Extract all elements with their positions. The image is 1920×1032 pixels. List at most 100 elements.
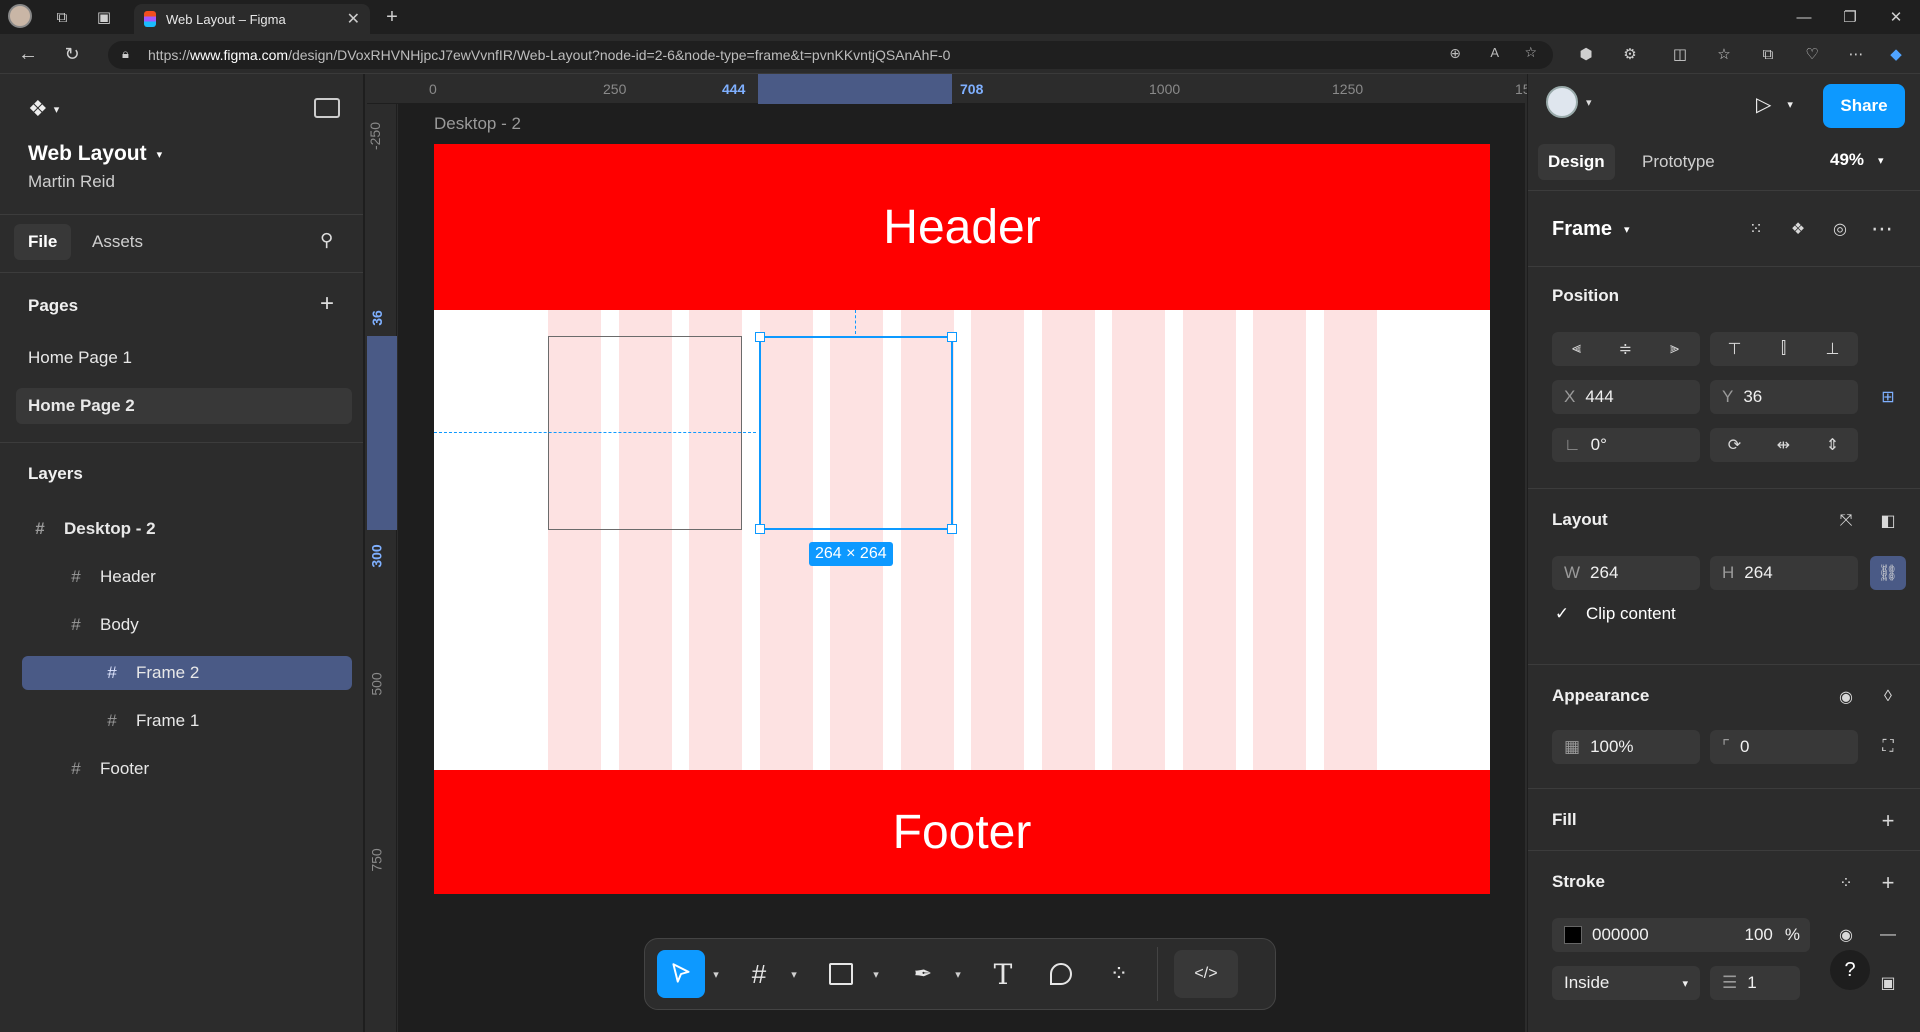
rotation-field[interactable]: ∟ 0° [1552, 428, 1700, 462]
page-item-selected[interactable]: Home Page 2 [16, 388, 352, 424]
add-fill-icon[interactable]: + [1870, 804, 1906, 838]
actions-tool-button[interactable]: ⁘ [1095, 950, 1143, 998]
chevron-down-icon[interactable]: ▾ [865, 968, 887, 981]
layer-frame-1[interactable]: # Frame 1 [22, 704, 352, 738]
chevron-down-icon[interactable]: ▾ [705, 968, 727, 981]
footer-block[interactable]: Footer [434, 770, 1490, 894]
layout-options-icon[interactable]: ◧ [1870, 504, 1906, 538]
comment-tool-button[interactable] [1037, 950, 1085, 998]
extensions-puzzle-icon[interactable]: ⚙ [1616, 40, 1644, 68]
back-icon[interactable]: ← [14, 40, 42, 68]
resize-handle[interactable] [947, 332, 957, 342]
tab-actions-icon[interactable]: ▣ [90, 3, 118, 31]
favorite-star-icon[interactable]: ☆ [1524, 44, 1537, 61]
flip-horizontal-icon[interactable]: ⇹ [1759, 428, 1808, 462]
align-right-icon[interactable]: ⫸ [1650, 332, 1699, 366]
dev-mode-toggle[interactable]: </> [1174, 950, 1238, 998]
more-menu-icon[interactable]: ⋯ [1842, 40, 1870, 68]
chevron-down-icon[interactable]: ▾ [947, 968, 969, 981]
align-center-h-icon[interactable]: ≑ [1601, 332, 1650, 366]
stroke-color-field[interactable]: 000000 100 % [1552, 918, 1810, 952]
browser-tab-active[interactable]: Web Layout – Figma ✕ [134, 4, 370, 34]
minimize-icon[interactable]: — [1790, 3, 1818, 31]
opacity-field[interactable]: ▦ 100% [1552, 730, 1700, 764]
more-options-icon[interactable]: ⋯ [1864, 212, 1900, 246]
zoom-icon[interactable]: ⊕ [1449, 45, 1461, 62]
toggle-sidebar-icon[interactable] [314, 98, 340, 118]
stroke-styles-icon[interactable]: ⁘ [1828, 866, 1864, 900]
layer-desktop-2[interactable]: # Desktop - 2 [22, 512, 352, 546]
file-name[interactable]: Web Layout ▾ [28, 142, 162, 166]
frame-title-label[interactable]: Desktop - 2 [434, 114, 521, 134]
new-tab-icon[interactable]: + [378, 3, 406, 31]
resize-handle[interactable] [947, 524, 957, 534]
align-bottom-icon[interactable]: ⊥ [1808, 332, 1857, 366]
shape-tool-button[interactable] [817, 950, 865, 998]
share-button[interactable]: Share [1823, 84, 1905, 128]
window-close-icon[interactable]: ✕ [1882, 3, 1910, 31]
pen-tool-button[interactable]: ✒ [899, 950, 947, 998]
favorites-icon[interactable]: ☆ [1710, 40, 1738, 68]
header-block[interactable]: Header [434, 144, 1490, 310]
layer-frame-2-selected[interactable]: # Frame 2 [22, 656, 352, 690]
frame-type-dropdown[interactable]: Frame ▾ [1552, 218, 1630, 241]
resize-handle[interactable] [755, 524, 765, 534]
auto-layout-icon[interactable]: ⤧ [1828, 504, 1864, 538]
flip-vertical-icon[interactable]: ⇕ [1808, 428, 1857, 462]
reload-icon[interactable]: ↻ [58, 40, 86, 68]
user-avatar[interactable]: ▾ [1546, 86, 1592, 118]
extension-shield-icon[interactable]: ⬢ [1572, 40, 1600, 68]
tab-design[interactable]: Design [1538, 144, 1615, 180]
close-tab-icon[interactable]: ✕ [347, 9, 360, 29]
corner-radius-field[interactable]: ⌜ 0 [1710, 730, 1858, 764]
stroke-swatch[interactable] [1564, 926, 1582, 944]
stroke-visibility-eye-icon[interactable]: ◉ [1828, 918, 1864, 952]
present-play-icon[interactable]: ▷ ▾ [1756, 92, 1793, 117]
restore-icon[interactable]: ❐ [1836, 3, 1864, 31]
align-left-icon[interactable]: ⫷ [1552, 332, 1601, 366]
copilot-icon[interactable]: ◆ [1882, 40, 1910, 68]
y-position-field[interactable]: Y 36 [1710, 380, 1858, 414]
zoom-dropdown[interactable]: 49% ▾ [1830, 150, 1884, 170]
vertical-ruler[interactable]: -250 36 300 500 750 [367, 104, 397, 1032]
chevron-down-icon[interactable]: ▾ [783, 968, 805, 981]
frame-1[interactable] [548, 336, 742, 530]
stroke-position-select[interactable]: Inside ▾ [1552, 966, 1700, 1000]
layer-header[interactable]: # Header [22, 560, 352, 594]
layer-footer[interactable]: # Footer [22, 752, 352, 786]
page-item[interactable]: Home Page 1 [16, 340, 352, 376]
clip-content-checkbox[interactable]: ✓ Clip content [1552, 604, 1676, 624]
stroke-weight-field[interactable]: ☰ 1 [1710, 966, 1800, 1000]
layout-grid-icon[interactable]: ⁙ [1738, 212, 1774, 246]
blend-mode-drop-icon[interactable]: ◊ [1870, 680, 1906, 714]
move-tool-button[interactable] [657, 950, 705, 998]
add-stroke-icon[interactable]: + [1870, 866, 1906, 900]
figma-menu-icon[interactable]: ❖ ▾ [28, 96, 59, 122]
resize-handle[interactable] [755, 332, 765, 342]
align-middle-icon[interactable]: ⫿ [1759, 332, 1808, 366]
component-icon[interactable]: ❖ [1780, 212, 1816, 246]
individual-corners-icon[interactable]: ⛶ [1870, 730, 1906, 764]
search-icon[interactable]: ⚲ [320, 230, 333, 251]
collections-icon[interactable]: ⧉ [1754, 40, 1782, 68]
frame-desktop-2[interactable]: Header 264 × 264 Footer [434, 144, 1490, 894]
text-tool-button[interactable]: T [979, 950, 1027, 998]
stroke-sides-icon[interactable]: ▣ [1870, 966, 1906, 1000]
align-top-icon[interactable]: ⊤ [1710, 332, 1759, 366]
design-canvas[interactable]: Desktop - 2 Header 264 × 264 Footer [398, 104, 1525, 1032]
tab-assets[interactable]: Assets [78, 224, 157, 260]
read-aloud-icon[interactable]: A [1490, 45, 1499, 60]
help-button[interactable]: ? [1830, 950, 1870, 990]
visibility-eye-icon[interactable]: ◉ [1828, 680, 1864, 714]
split-screen-icon[interactable]: ◫ [1666, 40, 1694, 68]
constraints-icon[interactable]: ⊞ [1870, 380, 1906, 414]
tab-prototype[interactable]: Prototype [1632, 144, 1725, 180]
tab-file[interactable]: File [14, 224, 72, 260]
mask-icon[interactable]: ◎ [1822, 212, 1858, 246]
height-field[interactable]: H 264 [1710, 556, 1858, 590]
frame-2-selected[interactable] [755, 332, 957, 534]
horizontal-ruler[interactable]: 0 250 444 708 1000 1250 15 [367, 74, 1531, 104]
remove-stroke-icon[interactable]: — [1870, 918, 1906, 952]
frame-tool-button[interactable]: # [735, 950, 783, 998]
workspaces-icon[interactable]: ⧉ [48, 3, 76, 31]
